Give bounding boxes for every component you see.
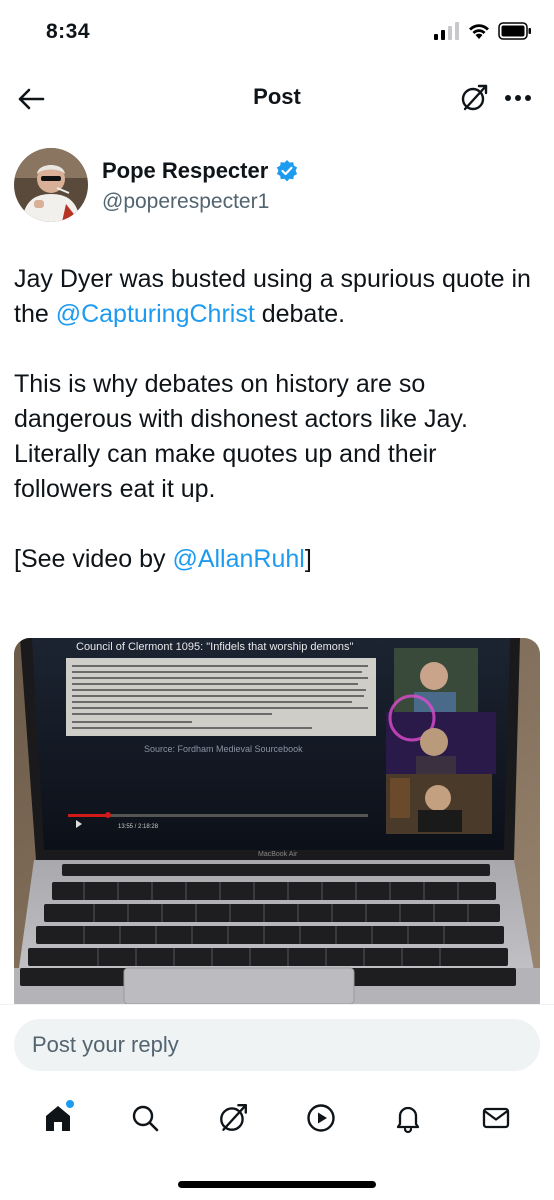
tab-home[interactable] xyxy=(36,1096,80,1140)
grok-button[interactable] xyxy=(456,80,492,116)
battery-icon xyxy=(498,22,531,40)
tab-messages[interactable] xyxy=(474,1096,518,1140)
grok-icon xyxy=(461,84,488,111)
tab-notifications[interactable] xyxy=(386,1096,430,1140)
status-time: 8:34 xyxy=(46,20,91,43)
video-source-text: Source: Fordham Medieval Sourcebook xyxy=(144,744,303,754)
tab-search[interactable] xyxy=(123,1096,167,1140)
author-handle[interactable]: @poperespecter1 xyxy=(102,190,269,214)
wifi-icon xyxy=(469,24,489,39)
home-indicator xyxy=(178,1181,376,1188)
search-icon xyxy=(133,1105,159,1132)
video-timestamp: 13:55 / 2:18:28 xyxy=(118,824,159,830)
post-text: Jay Dyer was busted using a spurious quo… xyxy=(14,262,540,612)
mention-link[interactable]: @AllanRuhl xyxy=(172,545,304,573)
status-icons xyxy=(434,22,532,40)
video-slide-title: Council of Clermont 1095: "Infidels that… xyxy=(76,641,354,653)
notifications-icon xyxy=(397,1106,420,1134)
post-paragraph: Jay Dyer was busted using a spurious quo… xyxy=(14,262,540,332)
mention-link[interactable]: @CapturingChrist xyxy=(56,300,255,328)
post-header: Post xyxy=(0,74,554,122)
verified-badge-icon xyxy=(277,160,298,182)
bottom-tab-bar xyxy=(0,1090,554,1146)
messages-icon xyxy=(482,1107,510,1129)
video-player[interactable]: Council of Clermont 1095: "Infidels that… xyxy=(14,638,540,1004)
avatar[interactable] xyxy=(14,148,88,222)
post-paragraph: This is why debates on history are so da… xyxy=(14,370,468,503)
reply-bar xyxy=(0,1004,554,1084)
post-text-segment: ] xyxy=(304,545,312,573)
laptop-brand-label: MacBook Air xyxy=(258,851,298,858)
cellular-signal-icon xyxy=(434,22,459,40)
post-text-segment: [See video by xyxy=(14,545,173,573)
post-text-segment: debate. xyxy=(254,300,346,328)
more-icon xyxy=(505,95,531,101)
notification-dot xyxy=(65,1100,74,1108)
reply-input[interactable] xyxy=(14,1019,540,1071)
video-icon xyxy=(307,1104,335,1132)
more-options-button[interactable] xyxy=(500,80,536,116)
grok-icon xyxy=(220,1104,248,1131)
status-bar: 8:34 xyxy=(0,0,554,66)
post-author: Pope Respecter @poperespecter1 xyxy=(14,148,540,228)
author-name-row: Pope Respecter xyxy=(102,158,299,184)
tab-video[interactable] xyxy=(299,1096,343,1140)
tab-grok[interactable] xyxy=(211,1096,255,1140)
author-name[interactable]: Pope Respecter xyxy=(102,158,268,184)
post-paragraph: [See video by @AllanRuhl] xyxy=(14,542,540,577)
